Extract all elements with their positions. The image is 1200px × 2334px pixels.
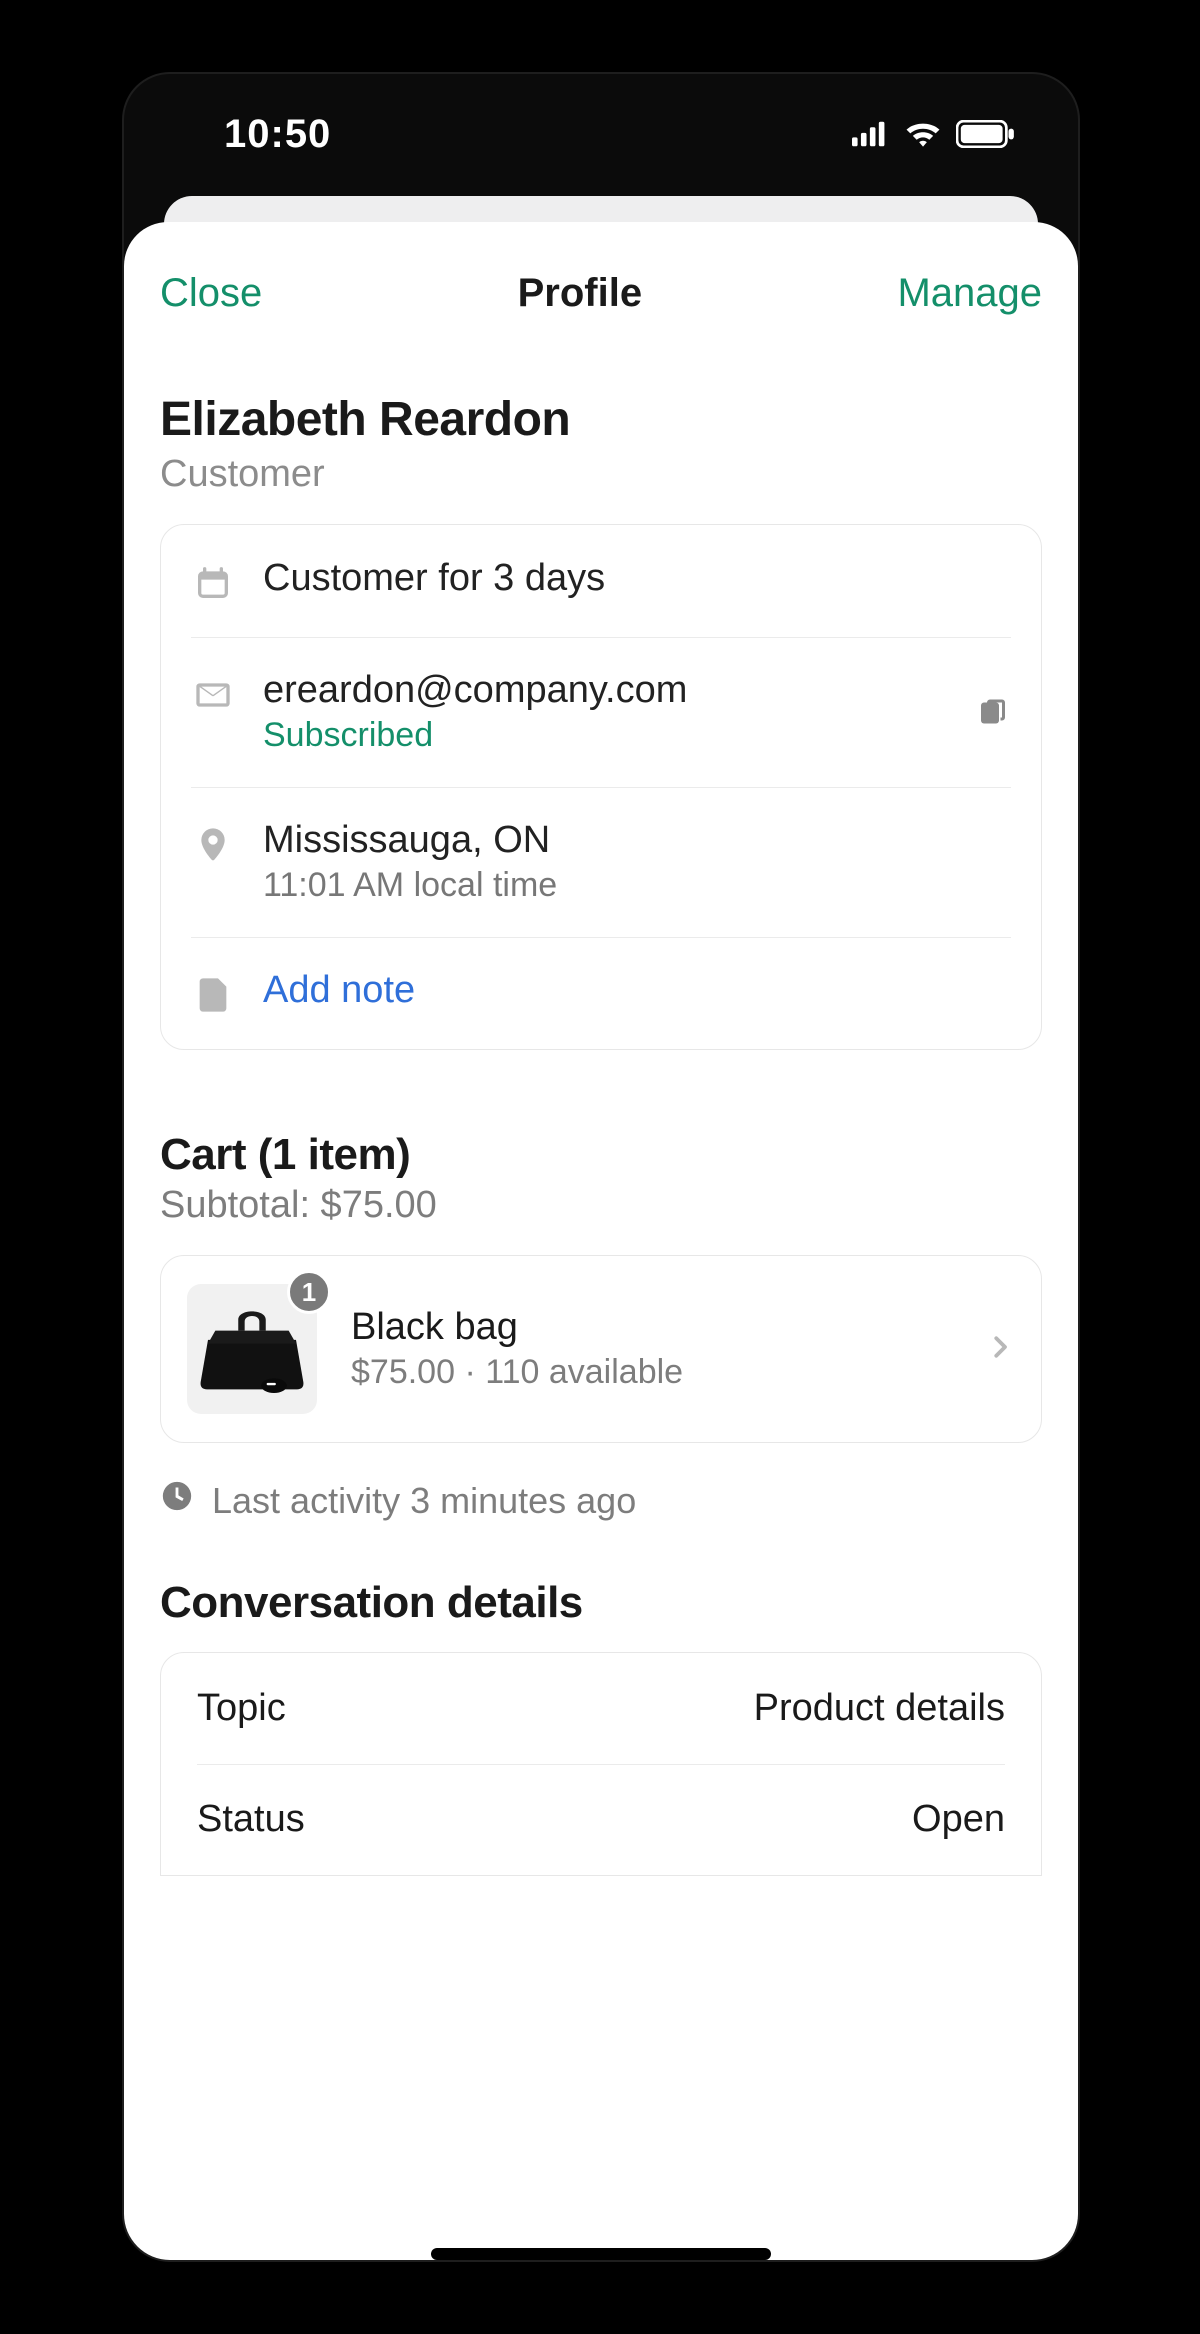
cart-item-name: Black bag	[351, 1306, 951, 1349]
customer-email: ereardon@company.com	[263, 669, 947, 712]
cellular-icon	[852, 121, 890, 147]
conversation-title: Conversation details	[160, 1578, 1042, 1628]
cart-item-qty-badge: 1	[287, 1270, 331, 1314]
conversation-card: Topic Product details Status Open	[160, 1652, 1042, 1876]
profile-sheet: Close Profile Manage Elizabeth Reardon C…	[124, 222, 1078, 2260]
calendar-icon	[191, 561, 235, 605]
copy-icon	[975, 692, 1011, 728]
home-indicator[interactable]	[431, 2248, 771, 2260]
add-note-row[interactable]: Add note	[161, 937, 1041, 1049]
conversation-topic-value: Product details	[754, 1687, 1005, 1730]
cart-last-activity: Last activity 3 minutes ago	[160, 1479, 1042, 1522]
clock-icon	[160, 1479, 194, 1522]
bag-icon	[197, 1301, 307, 1397]
phone-frame: 10:50	[122, 72, 1080, 2262]
customer-name: Elizabeth Reardon	[160, 392, 1042, 447]
conversation-status-row[interactable]: Status Open	[161, 1764, 1041, 1875]
wifi-icon	[904, 120, 942, 148]
customer-role: Customer	[160, 453, 1042, 496]
cart-item-row[interactable]: 1 Black bag $75.00 · 110 available	[160, 1255, 1042, 1443]
copy-email-button[interactable]	[975, 692, 1011, 733]
customer-tenure-row: Customer for 3 days	[161, 525, 1041, 637]
customer-info-card: Customer for 3 days ereardon@company.com…	[160, 524, 1042, 1050]
customer-email-row[interactable]: ereardon@company.com Subscribed	[161, 637, 1041, 787]
chevron-right-icon	[985, 1332, 1015, 1367]
nav-title: Profile	[518, 271, 642, 316]
manage-button[interactable]: Manage	[897, 271, 1042, 316]
mail-icon	[191, 673, 235, 717]
customer-local-time: 11:01 AM local time	[263, 866, 1011, 905]
note-icon	[191, 973, 235, 1017]
cart-subtotal: Subtotal: $75.00	[160, 1184, 1042, 1227]
status-time: 10:50	[224, 112, 331, 157]
status-bar: 10:50	[124, 74, 1078, 194]
customer-tenure: Customer for 3 days	[263, 557, 1011, 600]
add-note-label: Add note	[263, 969, 1011, 1012]
nav-bar: Close Profile Manage	[160, 256, 1042, 330]
conversation-status-value: Open	[912, 1798, 1005, 1841]
conversation-status-label: Status	[197, 1798, 305, 1841]
cart-item-thumbnail: 1	[187, 1284, 317, 1414]
cart-item-meta: $75.00 · 110 available	[351, 1353, 951, 1392]
location-icon	[191, 823, 235, 867]
customer-location-row: Mississauga, ON 11:01 AM local time	[161, 787, 1041, 937]
customer-header: Elizabeth Reardon Customer	[160, 392, 1042, 496]
cart-last-activity-text: Last activity 3 minutes ago	[212, 1480, 636, 1522]
conversation-topic-label: Topic	[197, 1687, 286, 1730]
customer-location: Mississauga, ON	[263, 819, 1011, 862]
conversation-topic-row[interactable]: Topic Product details	[161, 1653, 1041, 1764]
battery-icon	[956, 120, 1016, 148]
cart-title: Cart (1 item)	[160, 1130, 1042, 1180]
close-button[interactable]: Close	[160, 271, 262, 316]
status-right	[852, 120, 1016, 148]
subscription-status: Subscribed	[263, 716, 947, 755]
stage: 10:50	[0, 0, 1200, 2334]
